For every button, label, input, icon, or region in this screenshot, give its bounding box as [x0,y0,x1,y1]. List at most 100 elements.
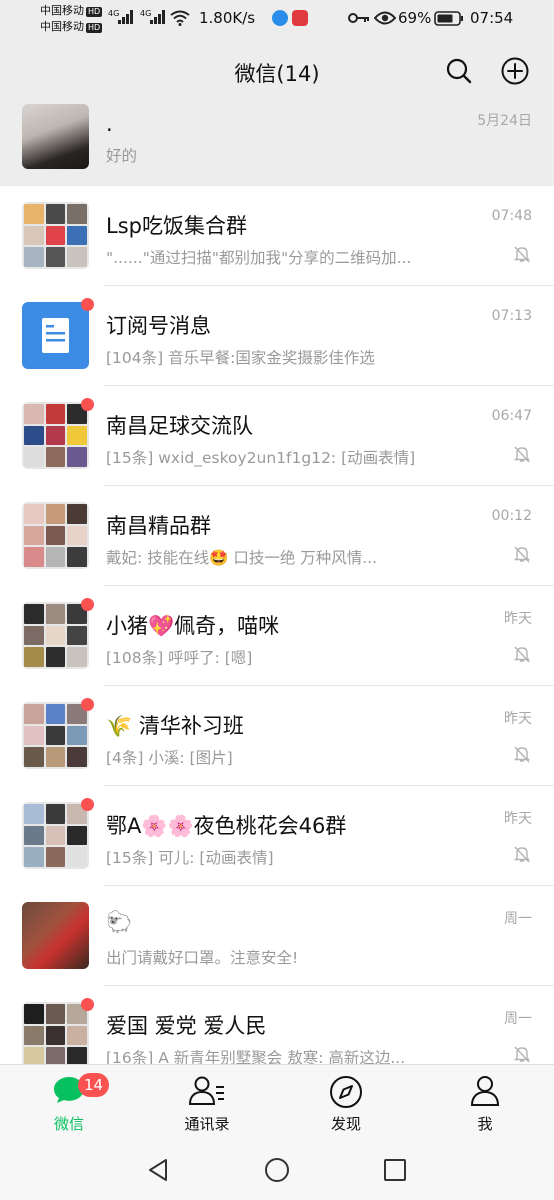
chat-name: 订阅号消息 [106,314,211,338]
app-header: 微信(14) [0,38,554,104]
chat-name: 鄂A🌸🌸夜色桃花会46群 [106,814,347,838]
tab-label: 发现 [330,1115,361,1133]
chat-row[interactable]: 鄂A🌸🌸夜色桃花会46群 [15条] 可儿: [动画表情] 昨天 [0,786,554,886]
chat-row[interactable]: 南昌精品群 戴妃: 技能在线🤩 口技一绝 万种风情... 00:12 [0,486,554,586]
chat-name: 🌾 清华补习班 [106,714,244,738]
wifi-icon [170,10,190,26]
mute-bell-icon [513,1046,531,1063]
chat-name: 南昌足球交流队 [106,414,253,438]
chat-time: 00:12 [491,508,532,524]
back-icon[interactable] [144,1156,172,1184]
chat-last-message: [104条] 音乐早餐:国家金奖摄影佳作选 [106,349,375,367]
unread-dot [81,298,94,311]
mute-bell-icon [513,246,531,263]
chat-time: 5月24日 [477,113,532,129]
unread-dot [81,998,94,1011]
mute-bell-icon [513,646,531,663]
mute-bell-icon [513,846,531,863]
document-icon [42,318,69,353]
battery-percent: 69% [398,9,432,27]
mute-bell-icon [513,546,531,563]
chat-row[interactable]: 爱国 爱党 爱人民 [16条] A 新青年别墅聚会 敖寒: 高新这边... 周一 [0,986,554,1064]
group-avatar [22,402,89,469]
avatar [22,104,89,169]
chat-time: 昨天 [504,611,532,627]
chat-time: 周一 [504,911,532,927]
chat-last-message: "......"通过扫描"都别加我"分享的二维码加... [106,249,412,267]
chat-time: 07:48 [491,208,532,224]
chat-time: 07:13 [491,308,532,324]
chat-last-message: [16条] A 新青年别墅聚会 敖寒: 高新这边... [106,1049,406,1064]
app-notification-icon [272,10,288,26]
chat-name: 🐑 [106,910,133,934]
chat-time: 06:47 [491,408,532,424]
chat-last-message: [15条] 可儿: [动画表情] [106,849,274,867]
chat-name: Lsp吃饭集合群 [106,214,247,238]
group-avatar [22,802,89,869]
key-icon [348,13,369,23]
mute-bell-icon [513,446,531,463]
unread-dot [81,398,94,411]
recents-icon[interactable] [381,1156,409,1184]
chat-last-message: 出门请戴好口罩。注意安全! [106,949,299,967]
chat-row[interactable]: 订阅号消息 [104条] 音乐早餐:国家金奖摄影佳作选 07:13 [0,286,554,386]
group-avatar [22,1002,89,1064]
unread-dot [81,798,94,811]
chat-last-message: 戴妃: 技能在线🤩 口技一绝 万种风情... [106,549,378,567]
person-icon [470,1076,500,1106]
tab-label: 通讯录 [184,1115,230,1133]
chat-time: 昨天 [504,711,532,727]
group-avatar [22,702,89,769]
carrier-2: 中国移动 HD [40,20,103,33]
clock: 07:54 [470,9,514,27]
chat-last-message: [15条] wxid_eskoy2un1f1g12: [动画表情] [106,449,416,467]
mute-bell-icon [513,746,531,763]
chat-last-message: [4条] 小溪: [图片] [106,749,233,767]
unread-dot [81,698,94,711]
eye-icon [374,11,396,25]
chat-row[interactable]: 🐑 出门请戴好口罩。注意安全! 周一 [0,886,554,986]
tab-contacts[interactable]: 通讯录 [138,1065,276,1141]
add-icon[interactable] [500,56,530,86]
network-speed: 1.80K/s [199,9,256,27]
chat-row[interactable]: 小猪💖佩奇，喵咪 [108条] 呼呼了: [嗯] 昨天 [0,586,554,686]
subscription-avatar [22,302,89,369]
group-avatar [22,202,89,269]
tab-label: 微信 [53,1115,84,1133]
group-avatar [22,502,89,569]
unread-dot [81,598,94,611]
tab-chats[interactable]: 14 微信 [0,1065,138,1141]
contacts-icon [188,1076,224,1105]
home-icon[interactable] [263,1156,291,1184]
bottom-tab-bar: 14 微信 通讯录 发现 我 [0,1064,554,1140]
chat-row[interactable]: 🌾 清华补习班 [4条] 小溪: [图片] 昨天 [0,686,554,786]
system-nav-bar [0,1140,554,1200]
tab-label: 我 [477,1115,493,1133]
chat-row[interactable]: . 好的 5月24日 [0,104,554,186]
chat-time: 昨天 [504,811,532,827]
signal-1-icon [118,10,134,24]
chat-last-message: 好的 [106,147,138,165]
search-icon[interactable] [444,56,474,86]
compass-icon [330,1076,362,1108]
chat-name: 爱国 爱党 爱人民 [106,1014,267,1038]
wechat-screen: 中国移动HD 中国移动HD 4G 4G 1.80K/s 69% 07:54 [0,0,554,1200]
unread-count-badge: 14 [78,1073,110,1097]
app-notification-icon-2 [292,10,308,26]
chat-last-message: [108条] 呼呼了: [嗯] [106,649,253,667]
tab-discover[interactable]: 发现 [277,1065,415,1141]
signal-2-icon [150,10,166,24]
chat-row[interactable]: Lsp吃饭集合群 "......"通过扫描"都别加我"分享的二维码加... 07… [0,186,554,286]
chat-name: . [106,112,113,136]
chat-name: 小猪💖佩奇，喵咪 [106,614,280,638]
tab-me[interactable]: 我 [416,1065,554,1141]
group-avatar [22,602,89,669]
avatar [22,902,89,969]
chat-time: 周一 [504,1011,532,1027]
chat-list[interactable]: . 好的 5月24日 Lsp吃饭集合群 "......"通过扫描"都别加我"分享… [0,104,554,1064]
chat-row[interactable]: 南昌足球交流队 [15条] wxid_eskoy2un1f1g12: [动画表情… [0,386,554,486]
status-bar: 中国移动 HD 中国移动 HD 4G 4G 1.80K/s 69% 07:54 [0,0,554,38]
battery-icon [434,11,463,26]
carrier-1: 中国移动 HD [40,4,103,17]
chat-name: 南昌精品群 [106,514,211,538]
